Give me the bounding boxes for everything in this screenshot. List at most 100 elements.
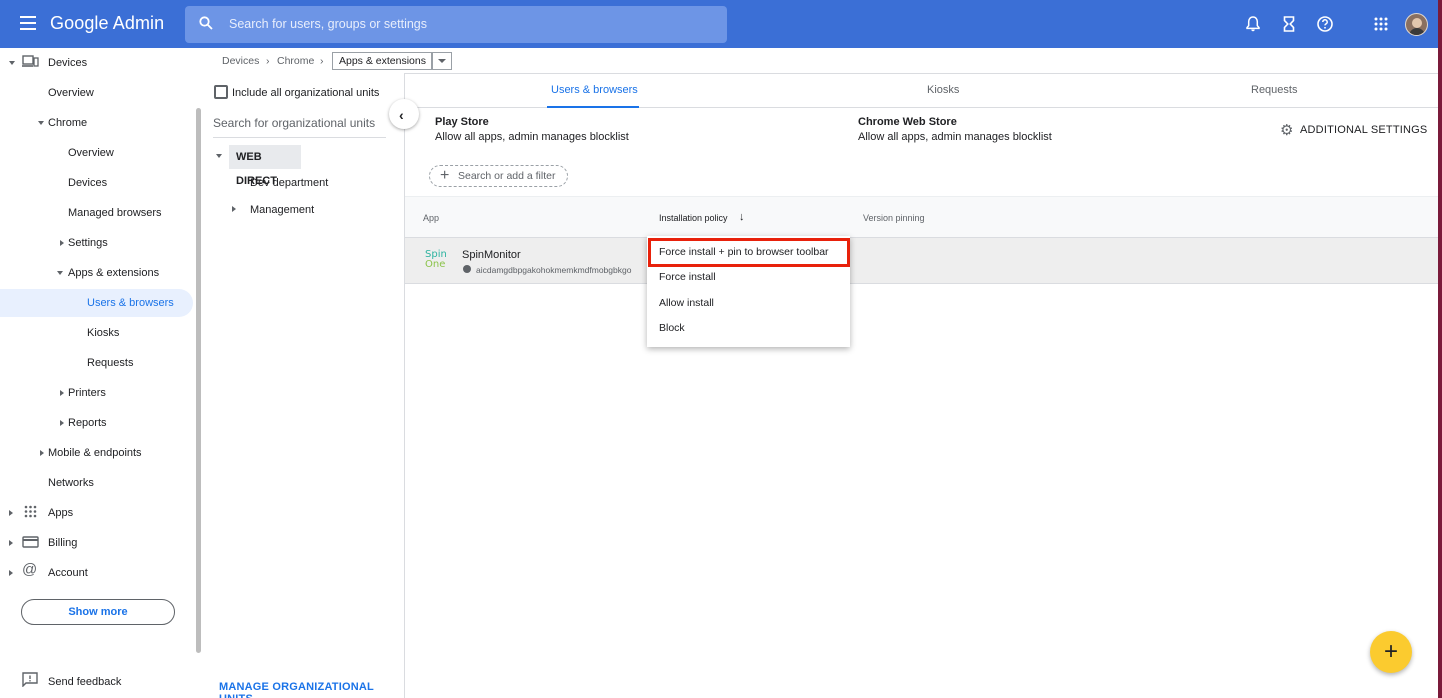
sidebar-item-kiosks[interactable]: Kiosks (87, 319, 119, 347)
org-unit-search-input[interactable]: Search for organizational units (213, 116, 386, 138)
collapse-panel-button[interactable]: ‹ (389, 99, 419, 129)
search-icon (199, 16, 213, 30)
chevron-right-icon: › (320, 55, 324, 67)
sidebar-item-account[interactable]: Account (48, 559, 88, 587)
gear-icon: ⚙ (1280, 122, 1294, 139)
caret-right-icon[interactable] (9, 510, 13, 516)
hourglass-icon[interactable] (1280, 15, 1298, 33)
sidebar-item-printers[interactable]: Printers (68, 379, 106, 407)
caret-right-icon[interactable] (9, 540, 13, 546)
devices-icon (22, 55, 39, 67)
menu-item-allow-install[interactable]: Allow install (659, 297, 714, 309)
sidebar-item-devices[interactable]: Devices (48, 49, 87, 77)
breadcrumb-current[interactable]: Apps & extensions (332, 52, 433, 70)
search-placeholder: Search for users, groups or settings (229, 17, 428, 31)
menu-item-force-install-pin[interactable]: Force install + pin to browser toolbar (659, 246, 829, 258)
admin-window: Google Admin Search for users, groups or… (0, 0, 1438, 698)
sidebar-item-users-browsers[interactable]: Users & browsers (0, 289, 193, 317)
sidebar-item-overview[interactable]: Overview (48, 79, 94, 107)
at-sign-icon: @ (22, 561, 38, 578)
sidebar-item-managed-browsers[interactable]: Managed browsers (68, 199, 162, 227)
column-header-version-pinning[interactable]: Version pinning (863, 213, 925, 223)
sidebar: Devices Overview Chrome Overview Devices… (0, 48, 202, 698)
play-store-title: Play Store (435, 116, 489, 128)
tab-kiosks[interactable]: Kiosks (927, 84, 959, 96)
sidebar-item-settings[interactable]: Settings (68, 229, 108, 257)
sort-down-icon[interactable]: ↓ (739, 211, 745, 223)
bell-icon[interactable] (1244, 15, 1262, 33)
org-unit-panel: Include all organizational units Search … (202, 73, 405, 698)
help-icon[interactable] (1316, 15, 1334, 33)
play-store-desc: Allow all apps, admin manages blocklist (435, 131, 629, 143)
org-unit-management[interactable]: Management (250, 196, 314, 224)
main-content: Users & browsers Kiosks Requests Play St… (405, 74, 1438, 698)
caret-down-icon[interactable] (216, 154, 222, 158)
breadcrumb-devices[interactable]: Devices (222, 55, 259, 67)
installation-policy-menu: Force install + pin to browser toolbar F… (647, 236, 850, 347)
tab-requests[interactable]: Requests (1251, 84, 1297, 96)
menu-icon[interactable] (20, 16, 36, 30)
web-store-title: Chrome Web Store (858, 116, 957, 128)
caret-down-icon[interactable] (57, 271, 63, 275)
column-header-app[interactable]: App (423, 213, 439, 223)
apps-grid-icon[interactable] (1372, 15, 1390, 33)
active-tab-indicator (547, 106, 639, 108)
additional-settings-label: ADDITIONAL SETTINGS (1300, 124, 1428, 136)
spinone-logo-line2: One (425, 259, 446, 270)
sidebar-item-chrome-devices[interactable]: Devices (68, 169, 107, 197)
chevron-left-icon: ‹ (399, 107, 404, 123)
app-id: aicdamgdbpgakohokmemkmdfmobgbkgo (476, 265, 632, 275)
sidebar-scrollbar[interactable] (196, 108, 201, 653)
caret-down-icon[interactable] (38, 121, 44, 125)
sidebar-item-requests[interactable]: Requests (87, 349, 133, 377)
tab-users-browsers[interactable]: Users & browsers (551, 84, 638, 96)
filter-chip[interactable]: + Search or add a filter (429, 165, 568, 187)
include-all-label: Include all organizational units (232, 87, 380, 99)
manage-org-units-link[interactable]: MANAGE ORGANIZATIONAL UNITS (219, 681, 404, 698)
sidebar-item-apps[interactable]: Apps (48, 499, 73, 527)
column-header-installation-policy[interactable]: Installation policy (659, 213, 728, 223)
breadcrumb-chrome[interactable]: Chrome (277, 55, 314, 67)
org-unit-dev-department[interactable]: Dev department (250, 169, 328, 197)
sidebar-item-apps-extensions[interactable]: Apps & extensions (68, 259, 159, 287)
caret-right-icon[interactable] (60, 420, 64, 426)
avatar[interactable] (1405, 13, 1428, 36)
tab-bar: Users & browsers Kiosks Requests (405, 74, 1438, 108)
sidebar-item-networks[interactable]: Networks (48, 469, 94, 497)
caret-right-icon[interactable] (40, 450, 44, 456)
show-more-button[interactable]: Show more (21, 599, 175, 625)
sidebar-item-billing[interactable]: Billing (48, 529, 77, 557)
sidebar-item-reports[interactable]: Reports (68, 409, 107, 437)
web-store-desc: Allow all apps, admin manages blocklist (858, 131, 1052, 143)
table-header: App Installation policy ↓ Version pinnin… (405, 196, 1438, 238)
spinone-logo: Spin One (425, 250, 451, 274)
plus-icon: + (440, 167, 450, 184)
credit-card-icon (22, 536, 39, 548)
caret-right-icon[interactable] (60, 240, 64, 246)
sidebar-item-chrome-overview[interactable]: Overview (68, 139, 114, 167)
caret-right-icon[interactable] (60, 390, 64, 396)
sidebar-item-mobile-endpoints[interactable]: Mobile & endpoints (48, 439, 142, 467)
filter-label: Search or add a filter (458, 170, 556, 182)
feedback-icon (22, 672, 38, 687)
add-fab-button[interactable]: + (1370, 631, 1412, 673)
app-name: SpinMonitor (462, 249, 521, 261)
breadcrumb-dropdown-button[interactable] (431, 52, 452, 70)
sidebar-item-chrome[interactable]: Chrome (48, 109, 87, 137)
table-row[interactable]: Spin One SpinMonitor aicdamgdbpgakohokme… (405, 238, 1438, 284)
caret-right-icon[interactable] (9, 570, 13, 576)
org-unit-root[interactable]: WEB DIRECT (229, 145, 301, 187)
search-input[interactable]: Search for users, groups or settings (185, 6, 727, 43)
include-all-checkbox[interactable] (214, 85, 228, 99)
menu-item-block[interactable]: Block (659, 322, 685, 334)
globe-icon (463, 265, 471, 273)
apps-grid-icon (24, 505, 37, 518)
top-bar: Google Admin Search for users, groups or… (0, 0, 1438, 48)
caret-right-icon[interactable] (232, 206, 236, 212)
window-edge (1438, 0, 1442, 698)
breadcrumb: Devices › Chrome › Apps & extensions (202, 48, 1438, 74)
menu-item-force-install[interactable]: Force install (659, 271, 716, 283)
caret-down-icon[interactable] (9, 61, 15, 65)
app-logo[interactable]: Google Admin (50, 13, 164, 34)
chevron-right-icon: › (266, 55, 270, 67)
